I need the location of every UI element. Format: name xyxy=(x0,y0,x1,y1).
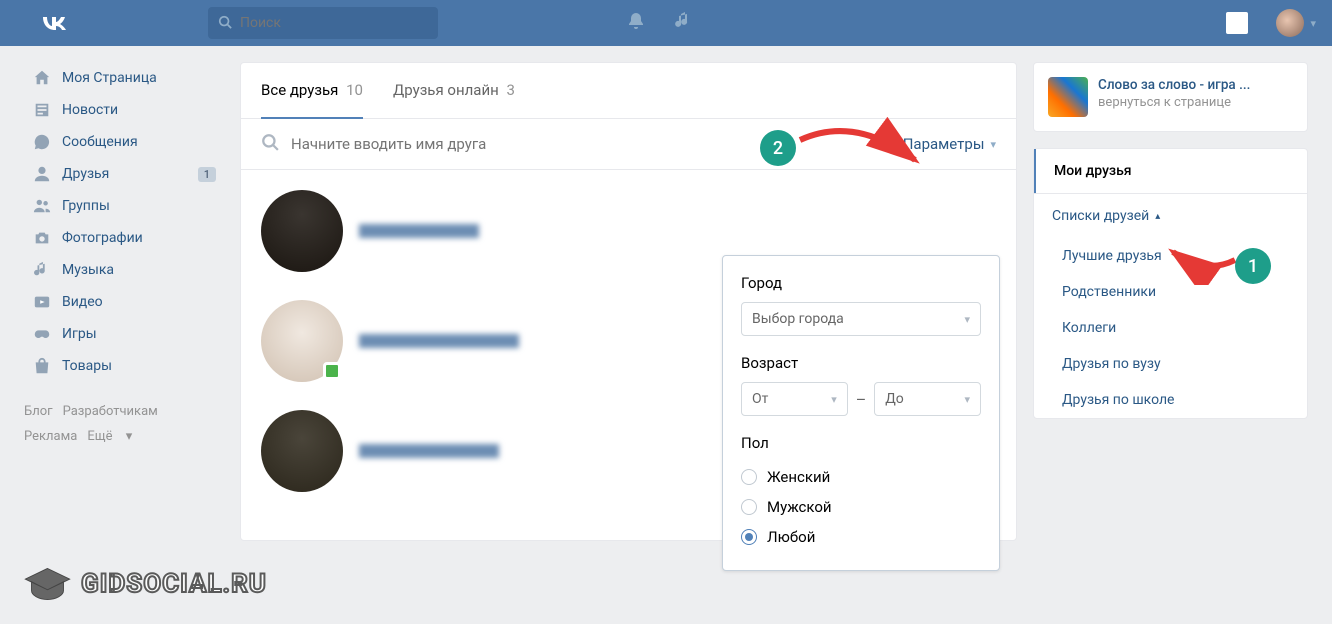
list-university[interactable]: Друзья по вузу xyxy=(1034,346,1307,382)
friend-avatar[interactable] xyxy=(261,410,343,492)
friends-badge: 1 xyxy=(198,167,216,182)
app-card[interactable]: Слово за слово - игра ... вернуться к ст… xyxy=(1033,62,1308,132)
nav-market[interactable]: Товары xyxy=(24,350,224,382)
friend-avatar[interactable] xyxy=(261,300,343,382)
group-icon xyxy=(32,196,52,216)
params-dropdown: Город Выбор города▾ Возраст От▾ – До▾ По… xyxy=(722,255,1000,571)
gradcap-icon xyxy=(20,564,75,604)
avatar xyxy=(1276,9,1304,37)
chevron-down-icon: ▾ xyxy=(964,313,970,326)
top-header: ▾ xyxy=(0,0,1332,46)
nav-video[interactable]: Видео xyxy=(24,286,224,318)
age-label: Возраст xyxy=(741,354,981,372)
search-icon xyxy=(218,14,232,33)
list-colleagues[interactable]: Коллеги xyxy=(1034,310,1307,346)
tab-online-friends[interactable]: Друзья онлайн 3 xyxy=(393,63,515,118)
age-to-select[interactable]: До▾ xyxy=(874,382,981,416)
tab-all-friends[interactable]: Все друзья 10 xyxy=(261,63,363,119)
online-indicator xyxy=(323,362,341,380)
watermark: GIDSOCIAL.RU xyxy=(20,564,267,604)
left-sidebar: Моя Страница Новости Сообщения Друзья1 Г… xyxy=(24,62,224,541)
profile-menu[interactable]: ▾ xyxy=(1276,9,1316,37)
age-from-select[interactable]: От▾ xyxy=(741,382,848,416)
app-title: Слово за слово - игра ... xyxy=(1098,77,1250,93)
list-school[interactable]: Друзья по школе xyxy=(1034,382,1307,418)
gender-label: Пол xyxy=(741,434,981,452)
app-icon xyxy=(1048,77,1088,117)
note-icon xyxy=(32,260,52,280)
header-search[interactable] xyxy=(208,7,438,39)
user-icon xyxy=(32,164,52,184)
header-square[interactable] xyxy=(1226,12,1248,34)
nav-friends[interactable]: Друзья1 xyxy=(24,158,224,190)
nav-groups[interactable]: Группы xyxy=(24,190,224,222)
nav-photos[interactable]: Фотографии xyxy=(24,222,224,254)
video-icon xyxy=(32,292,52,312)
annotation-marker-2: 2 xyxy=(760,130,796,166)
city-select[interactable]: Выбор города▾ xyxy=(741,302,981,336)
gamepad-icon xyxy=(32,324,52,344)
friend-name-blurred xyxy=(359,224,479,238)
right-sidebar: Слово за слово - игра ... вернуться к ст… xyxy=(1033,62,1308,541)
nav-music[interactable]: Музыка xyxy=(24,254,224,286)
friend-name-blurred xyxy=(359,444,499,458)
footer-links: Блог Разработчикам Реклама Ещё ▾ xyxy=(24,400,224,449)
friend-avatar[interactable] xyxy=(261,190,343,272)
my-friends-title[interactable]: Мои друзья xyxy=(1034,149,1307,193)
radio-any[interactable]: Любой xyxy=(741,522,981,552)
search-input[interactable] xyxy=(240,15,428,31)
chevron-down-icon: ▾ xyxy=(990,138,996,151)
annotation-marker-1: 1 xyxy=(1235,248,1271,284)
vk-logo[interactable] xyxy=(40,8,68,38)
search-icon xyxy=(261,133,279,155)
annotation-arrow-1 xyxy=(1165,240,1245,285)
nav-messages[interactable]: Сообщения xyxy=(24,126,224,158)
camera-icon xyxy=(32,228,52,248)
nav-my-page[interactable]: Моя Страница xyxy=(24,62,224,94)
annotation-arrow-2 xyxy=(795,110,925,175)
chevron-down-icon: ▾ xyxy=(1310,17,1316,30)
notifications-icon[interactable] xyxy=(626,11,646,35)
radio-male[interactable]: Мужской xyxy=(741,492,981,522)
footer-more[interactable]: Ещё ▾ xyxy=(87,429,132,444)
footer-dev[interactable]: Разработчикам xyxy=(63,404,158,419)
home-icon xyxy=(32,68,52,88)
footer-blog[interactable]: Блог xyxy=(24,404,53,419)
friends-lists-header[interactable]: Списки друзей▴ xyxy=(1034,194,1307,238)
chevron-up-icon: ▴ xyxy=(1155,211,1160,222)
bag-icon xyxy=(32,356,52,376)
nav-news[interactable]: Новости xyxy=(24,94,224,126)
radio-female[interactable]: Женский xyxy=(741,462,981,492)
app-subtitle: вернуться к странице xyxy=(1098,95,1250,110)
message-icon xyxy=(32,132,52,152)
friend-name-blurred xyxy=(359,334,519,348)
news-icon xyxy=(32,100,52,120)
city-label: Город xyxy=(741,274,981,292)
nav-games[interactable]: Игры xyxy=(24,318,224,350)
footer-ads[interactable]: Реклама xyxy=(24,429,77,444)
music-icon[interactable] xyxy=(674,11,694,35)
